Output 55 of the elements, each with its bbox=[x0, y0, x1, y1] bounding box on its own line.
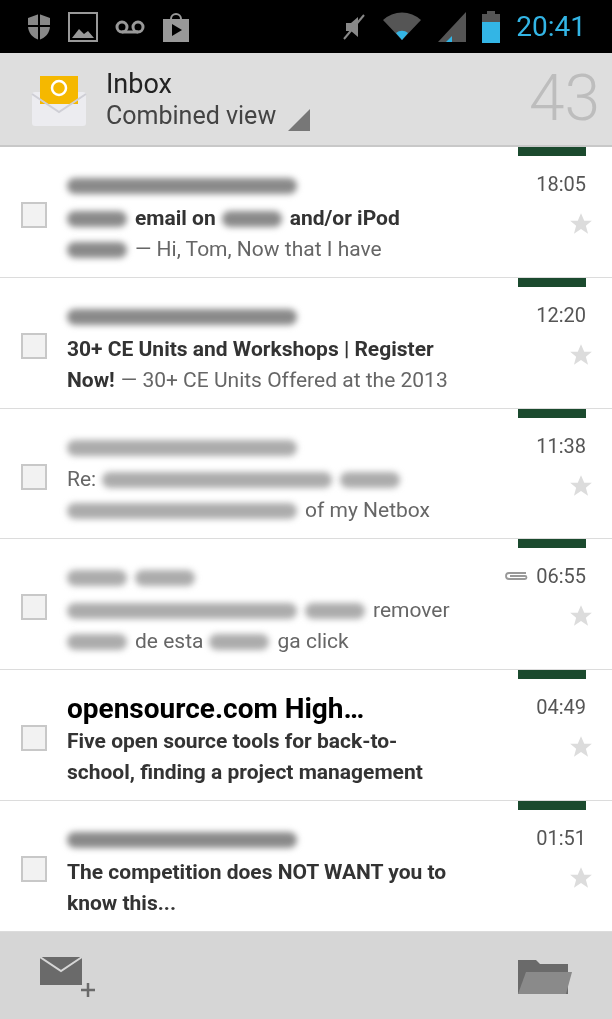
clock: 20:41 bbox=[516, 8, 586, 45]
message-subject: Now! bbox=[67, 366, 115, 394]
message-snippet: — Hi, Tom, Now that I have bbox=[135, 235, 382, 263]
folder-title: Inbox bbox=[106, 67, 173, 101]
message-snippet: ga click bbox=[277, 628, 349, 656]
blurred-text bbox=[340, 472, 401, 489]
message-snippet: — 30+ CE Units Offered at the 2013 bbox=[120, 366, 448, 394]
blurred-text bbox=[135, 570, 195, 587]
account-color-bar bbox=[518, 277, 586, 287]
shopping-bag-icon bbox=[162, 10, 190, 43]
blurred-text bbox=[67, 634, 127, 650]
account-color-bar bbox=[518, 801, 586, 811]
account-color-bar bbox=[518, 408, 586, 418]
message-subject: 30+ CE Units and Workshops | Register bbox=[67, 335, 434, 363]
battery-icon bbox=[482, 10, 501, 43]
dropdown-triangle-icon bbox=[288, 109, 311, 131]
account-color-bar bbox=[518, 670, 586, 680]
blurred-text bbox=[67, 570, 127, 587]
message-subject: email on bbox=[135, 204, 216, 232]
blurred-text bbox=[209, 634, 270, 650]
blurred-text bbox=[67, 210, 127, 227]
message-subject: know this... bbox=[67, 889, 176, 917]
checkbox[interactable] bbox=[20, 463, 47, 490]
message-snippet: remover bbox=[373, 597, 450, 625]
shield-icon bbox=[26, 12, 52, 41]
message-snippet: de esta bbox=[135, 628, 204, 656]
message-time: 06:55 bbox=[536, 563, 586, 591]
account-dropdown[interactable]: Combined view bbox=[106, 101, 311, 131]
message-subject: Five open source tools for back-to- bbox=[67, 728, 398, 756]
checkbox[interactable] bbox=[20, 725, 47, 752]
account-color-bar bbox=[518, 147, 586, 156]
mute-icon bbox=[342, 12, 367, 41]
checkbox[interactable] bbox=[20, 856, 47, 883]
sender-name: opensource.com High… bbox=[67, 691, 365, 728]
message-subject: Re: bbox=[67, 466, 97, 494]
message-time: 18:05 bbox=[536, 171, 586, 198]
checkbox[interactable] bbox=[20, 332, 47, 359]
message-time: 04:49 bbox=[536, 694, 586, 722]
message-time: 12:20 bbox=[536, 301, 586, 329]
voicemail-icon bbox=[114, 18, 146, 35]
message-subject: The competition does NOT WANT you to bbox=[67, 858, 447, 886]
checkbox[interactable] bbox=[20, 201, 47, 228]
account-color-bar bbox=[518, 539, 586, 549]
message-subject: school, finding a project management bbox=[67, 759, 423, 787]
message-snippet: of my Netbox bbox=[305, 497, 430, 525]
signal-icon bbox=[438, 11, 467, 42]
message-subject: and/or iPod bbox=[289, 204, 400, 232]
message-time: 11:38 bbox=[536, 432, 586, 460]
image-icon bbox=[68, 11, 98, 42]
checkbox[interactable] bbox=[20, 594, 47, 621]
blurred-text bbox=[305, 603, 365, 619]
message-time: 01:51 bbox=[536, 825, 586, 853]
blurred-text bbox=[221, 210, 282, 227]
wifi-icon bbox=[382, 11, 423, 42]
blurred-text bbox=[67, 241, 127, 258]
